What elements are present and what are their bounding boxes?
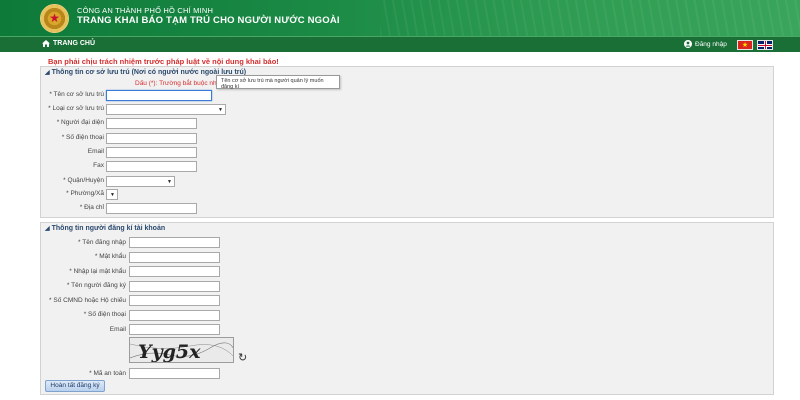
site-title: TRANG KHAI BÁO TẠM TRÚ CHO NGƯỜI NƯỚC NG… xyxy=(77,15,340,26)
login-link[interactable]: Đăng nhập xyxy=(684,40,727,48)
section-account-title-text: Thông tin người đăng kí tài khoản xyxy=(51,225,166,232)
ward-select[interactable]: ▼ xyxy=(106,189,118,200)
required-note: Dấu (*): Trường bắt buộc nhập xyxy=(135,80,224,87)
nav-home-label: TRANG CHỦ xyxy=(53,40,95,47)
user-icon xyxy=(684,40,692,48)
complete-registration-button[interactable]: Hoàn tất đăng ký xyxy=(45,380,105,392)
representative-input[interactable] xyxy=(106,118,197,129)
account-phone-input[interactable] xyxy=(129,310,220,321)
top-nav: TRANG CHỦ Đăng nhập ★ xyxy=(0,36,800,52)
site-banner: CÔNG AN THÀNH PHỐ HỒ CHÍ MINH TRANG KHAI… xyxy=(0,0,800,36)
field-tooltip: Tên cơ sở lưu trú mà người quản lý muốn … xyxy=(216,75,340,90)
label-phone: * Số điện thoại xyxy=(61,134,104,141)
label-accommodation-type: * Loại cơ sở lưu trú xyxy=(48,105,104,112)
label-representative: * Người đại diện xyxy=(56,119,104,126)
id-number-input[interactable] xyxy=(129,295,220,306)
username-input[interactable] xyxy=(129,237,220,248)
accommodation-type-select[interactable]: ▼ xyxy=(106,104,226,115)
label-confirm-password: * Nhập lại mật khẩu xyxy=(69,268,126,275)
registrant-name-input[interactable] xyxy=(129,281,220,292)
district-select[interactable]: ▼ xyxy=(106,176,175,187)
nav-home-link[interactable]: TRANG CHỦ xyxy=(42,40,95,47)
captcha-text: Yyg5x xyxy=(138,341,201,363)
label-id-number: * Số CMND hoặc Hộ chiếu xyxy=(49,297,126,304)
vn-flag-icon[interactable]: ★ xyxy=(737,40,753,50)
login-label: Đăng nhập xyxy=(695,40,727,48)
label-district: * Quận/Huyện xyxy=(63,177,104,184)
address-input[interactable] xyxy=(106,203,197,214)
label-registrant-name: * Tên người đăng ký xyxy=(66,282,126,289)
section-account-title[interactable]: ◢ Thông tin người đăng kí tài khoản xyxy=(45,225,165,232)
refresh-captcha-icon[interactable]: ↻ xyxy=(238,351,247,364)
label-password: * Mật khẩu xyxy=(94,253,126,260)
org-name: CÔNG AN THÀNH PHỐ HỒ CHÍ MINH xyxy=(77,6,214,15)
chevron-down-icon: ▼ xyxy=(110,192,115,198)
collapse-arrow-icon: ◢ xyxy=(45,70,50,76)
confirm-password-input[interactable] xyxy=(129,266,220,277)
banner-texture xyxy=(380,0,800,36)
police-emblem-icon xyxy=(40,4,69,33)
chevron-down-icon: ▼ xyxy=(218,107,223,113)
label-email: Email xyxy=(87,148,104,155)
legal-warning: Bạn phải chịu trách nhiệm trước pháp luậ… xyxy=(48,57,279,66)
captcha-image: Yyg5x xyxy=(129,337,234,363)
label-ward: * Phường/Xã xyxy=(66,190,104,197)
home-icon xyxy=(42,40,50,47)
account-email-input[interactable] xyxy=(129,324,220,335)
label-fax: Fax xyxy=(93,162,104,169)
accommodation-name-input[interactable] xyxy=(106,90,212,101)
captcha-code-input[interactable] xyxy=(129,368,220,379)
password-input[interactable] xyxy=(129,252,220,263)
collapse-arrow-icon: ◢ xyxy=(45,226,50,232)
fax-input[interactable] xyxy=(106,161,197,172)
label-username: * Tên đăng nhập xyxy=(78,239,126,246)
label-account-phone: * Số điện thoại xyxy=(83,311,126,318)
label-captcha-code: * Mã an toàn xyxy=(89,370,126,377)
label-accommodation-name: * Tên cơ sở lưu trú xyxy=(49,91,104,98)
label-address: * Địa chỉ xyxy=(79,204,104,211)
chevron-down-icon: ▼ xyxy=(167,179,172,185)
phone-input[interactable] xyxy=(106,133,197,144)
label-account-email: Email xyxy=(109,326,126,333)
email-input[interactable] xyxy=(106,147,197,158)
uk-flag-icon[interactable] xyxy=(757,40,773,50)
